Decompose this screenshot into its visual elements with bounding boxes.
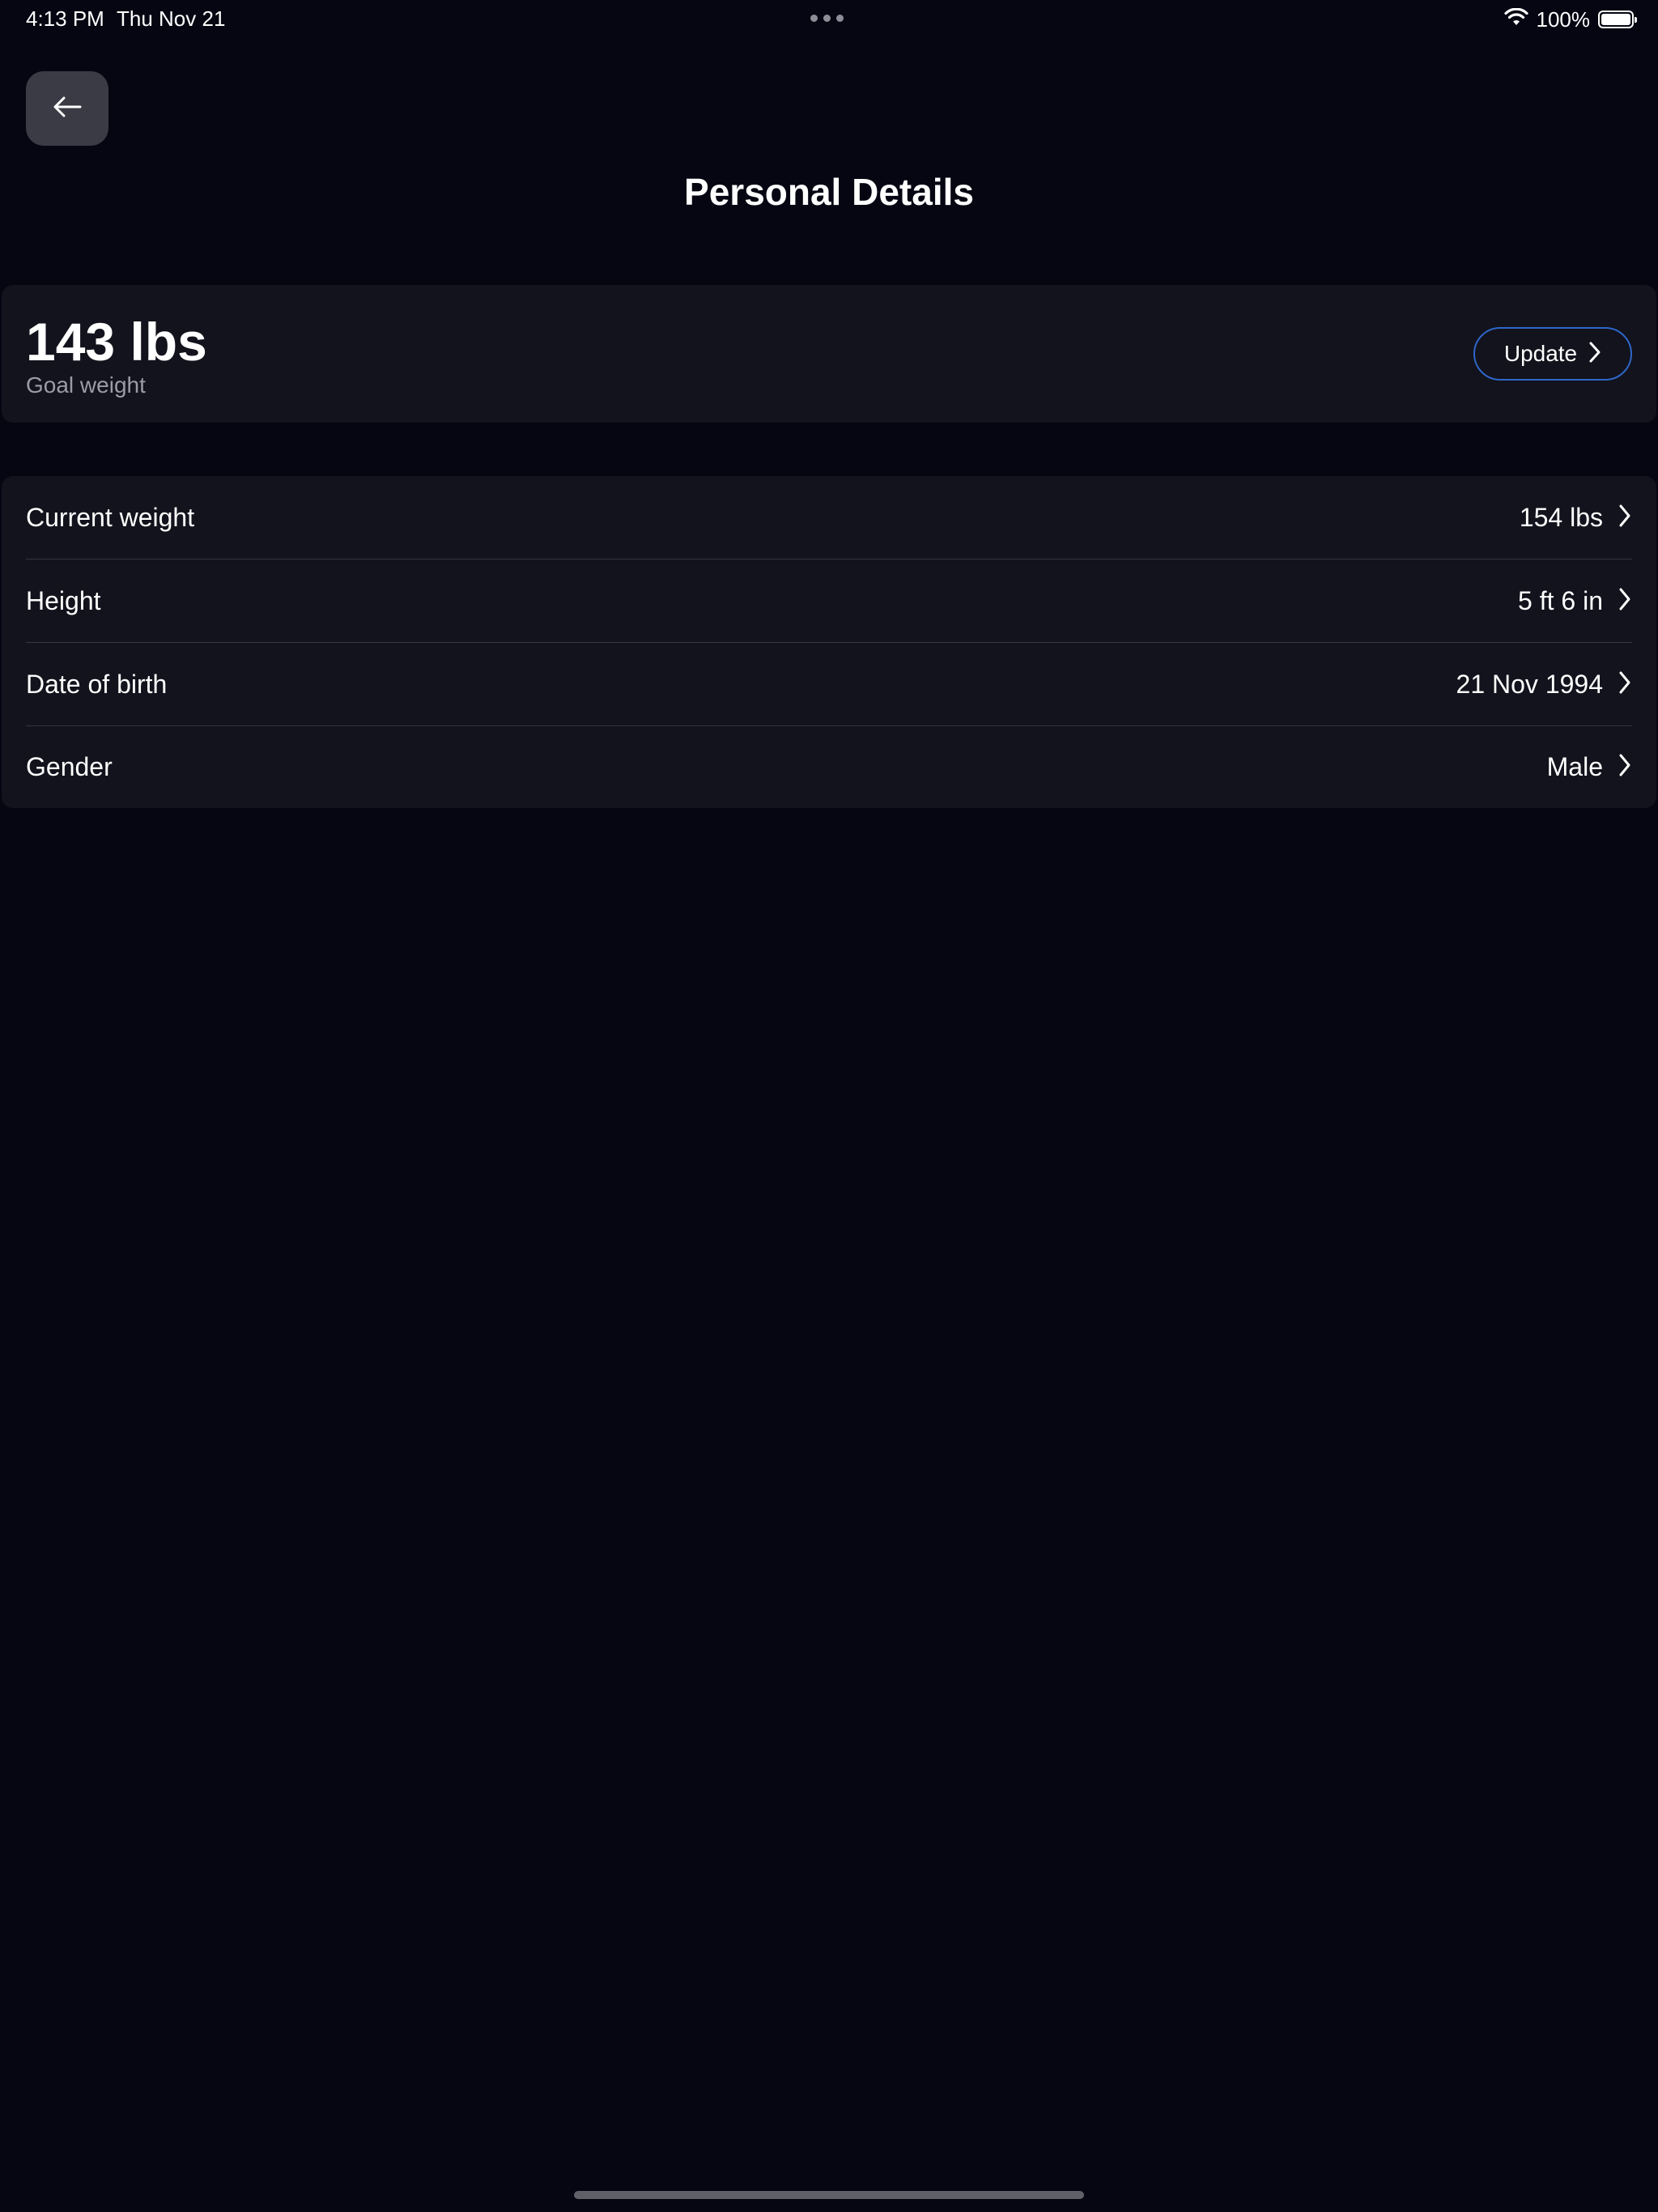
chevron-right-icon [1618, 670, 1632, 700]
row-current-weight[interactable]: Current weight 154 lbs [26, 476, 1632, 559]
battery-icon [1598, 11, 1637, 28]
row-value: 154 lbs [1519, 502, 1603, 532]
row-label: Current weight [26, 502, 195, 532]
goal-weight-card: 143 lbs Goal weight Update [2, 285, 1656, 423]
row-value: Male [1546, 751, 1603, 781]
status-time: 4:13 PM [26, 6, 104, 31]
wifi-icon [1503, 7, 1528, 32]
multitasking-dots-icon[interactable] [810, 15, 844, 22]
row-value: 21 Nov 1994 [1456, 669, 1603, 699]
arrow-left-icon [53, 96, 82, 122]
chevron-right-icon [1618, 586, 1632, 616]
goal-weight-label: Goal weight [26, 372, 146, 398]
update-goal-button[interactable]: Update [1473, 327, 1632, 381]
row-label: Gender [26, 751, 113, 781]
status-date: Thu Nov 21 [117, 6, 226, 31]
home-indicator[interactable] [574, 2191, 1084, 2199]
chevron-right-icon [1618, 752, 1632, 782]
row-label: Date of birth [26, 669, 168, 699]
battery-percent: 100% [1536, 6, 1591, 32]
details-list: Current weight 154 lbs Height 5 ft 6 in … [2, 476, 1656, 808]
row-date-of-birth[interactable]: Date of birth 21 Nov 1994 [26, 643, 1632, 726]
status-bar: 4:13 PM Thu Nov 21 100% [0, 0, 1658, 39]
personal-details-screen: 4:13 PM Thu Nov 21 100% Personal Details… [0, 0, 1658, 2212]
update-button-label: Update [1503, 341, 1578, 366]
page-title: Personal Details [684, 171, 974, 213]
row-height[interactable]: Height 5 ft 6 in [26, 559, 1632, 643]
row-value: 5 ft 6 in [1518, 585, 1603, 615]
row-label: Height [26, 585, 101, 615]
back-button[interactable] [26, 71, 108, 146]
chevron-right-icon [1618, 503, 1632, 533]
goal-weight-value: 143 lbs [26, 312, 207, 372]
row-gender[interactable]: Gender Male [26, 725, 1632, 808]
chevron-right-icon [1588, 341, 1601, 368]
status-indicators: 100% [1503, 6, 1637, 32]
